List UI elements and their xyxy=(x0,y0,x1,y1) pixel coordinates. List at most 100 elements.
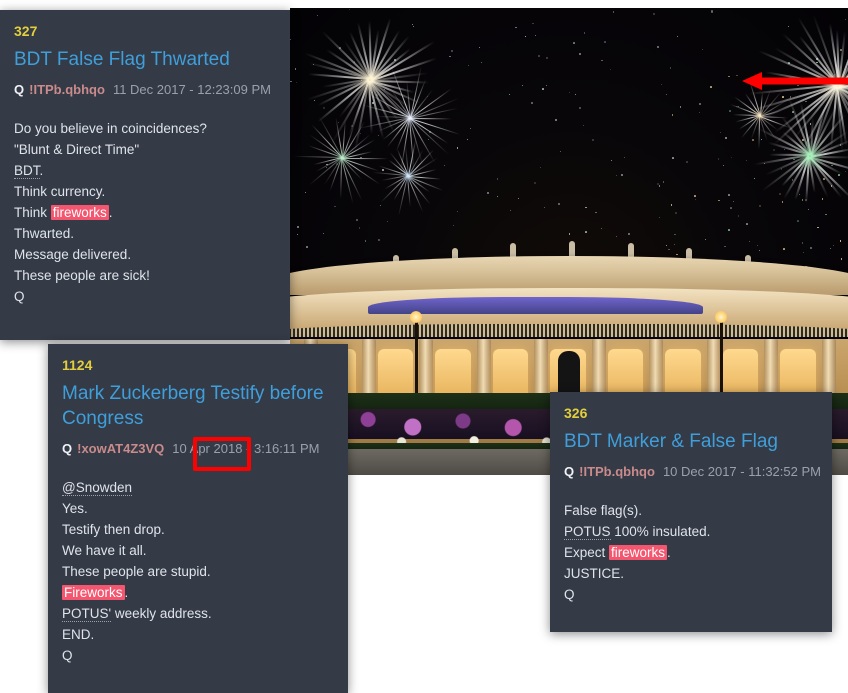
star xyxy=(322,106,326,109)
star xyxy=(496,195,498,198)
text-run: Think xyxy=(14,205,51,220)
star xyxy=(658,184,661,187)
star xyxy=(844,18,846,20)
star xyxy=(537,55,540,57)
star xyxy=(595,211,597,214)
post-title[interactable]: Mark Zuckerberg Testify before Congress xyxy=(62,381,334,431)
firework-ember xyxy=(710,86,712,89)
star xyxy=(784,148,785,150)
star xyxy=(349,8,351,10)
post-body-line: Q xyxy=(564,584,818,605)
star xyxy=(524,35,526,37)
star xyxy=(656,46,659,49)
post-date-highlighted-segment: 10 Apr xyxy=(172,441,210,456)
post-card-327[interactable]: 327 BDT False Flag Thwarted Q !ITPb.qbhqo… xyxy=(0,10,290,340)
post-body-line: Expect fireworks. xyxy=(564,542,818,563)
star xyxy=(290,38,291,40)
star xyxy=(317,15,318,16)
post-card-1124[interactable]: 1124 Mark Zuckerberg Testify before Cong… xyxy=(48,344,348,693)
star xyxy=(313,100,315,101)
firework-ember xyxy=(670,204,673,206)
text-run: Q xyxy=(14,289,25,304)
star xyxy=(467,64,469,66)
post-tripcode: !ITPb.qbhqo xyxy=(579,464,655,479)
post-tripcode: !ITPb.qbhqo xyxy=(29,82,105,97)
star xyxy=(699,102,702,105)
text-run: Yes. xyxy=(62,501,88,516)
post-body-line: We have it all. xyxy=(62,540,334,561)
post-date: 10 Dec 2017 - 11:32:52 PM xyxy=(662,464,821,479)
text-run: We have it all. xyxy=(62,543,147,558)
post-body: @Snowden Yes. Testify then drop. We have it… xyxy=(62,477,334,666)
star xyxy=(453,224,455,226)
dotted-underline-term: POTUS xyxy=(564,524,611,540)
star xyxy=(746,222,749,225)
post-body-line: Message delivered. xyxy=(14,244,276,265)
star xyxy=(807,209,809,211)
firework-ember xyxy=(675,211,677,214)
star xyxy=(701,49,703,51)
post-date: 10 Apr 2018 - 3:16:11 PM xyxy=(172,441,319,456)
post-body-line: These people are stupid. xyxy=(62,561,334,582)
highlighted-keyword: fireworks xyxy=(50,205,109,220)
text-run: Q xyxy=(564,587,575,602)
highlighted-keyword: Fireworks xyxy=(62,585,125,600)
firework-ember xyxy=(823,178,825,180)
star xyxy=(620,174,623,177)
star xyxy=(295,82,297,84)
star xyxy=(652,13,655,16)
firework-ember xyxy=(728,110,731,112)
post-body-line: END. xyxy=(62,624,334,645)
star xyxy=(669,67,672,69)
star xyxy=(296,226,299,229)
firework-ember xyxy=(758,205,761,207)
firework-ember xyxy=(838,174,840,176)
post-body-line: Think fireworks. xyxy=(14,202,276,223)
star xyxy=(773,148,776,151)
post-title[interactable]: BDT False Flag Thwarted xyxy=(14,47,276,72)
post-body-line: POTUS 100% insulated. xyxy=(564,521,818,542)
star xyxy=(727,194,730,196)
post-body-line: Fireworks. xyxy=(62,582,334,603)
star xyxy=(578,52,581,55)
post-title[interactable]: BDT Marker & False Flag xyxy=(564,429,818,454)
post-author: Q xyxy=(564,464,575,479)
text-run: END. xyxy=(62,627,95,642)
lamp-post xyxy=(415,315,418,405)
post-body-line: Thwarted. xyxy=(14,223,276,244)
star xyxy=(359,132,362,134)
post-body-line: Yes. xyxy=(62,498,334,519)
post-body-line: "Blunt & Direct Time" xyxy=(14,139,276,160)
star xyxy=(518,197,519,199)
star xyxy=(427,138,429,140)
text-run: . xyxy=(667,545,671,560)
star xyxy=(568,91,570,93)
post-number: 1124 xyxy=(62,357,93,373)
dotted-underline-term: POTUS' xyxy=(62,606,112,622)
text-run: Think currency. xyxy=(14,184,106,199)
post-body: False flag(s). POTUS 100% insulated. Expec… xyxy=(564,500,818,605)
star xyxy=(604,41,606,43)
firework-ember xyxy=(694,195,696,197)
post-card-326[interactable]: 326 BDT Marker & False Flag Q !ITPb.qbhqo… xyxy=(550,392,832,632)
post-body-line: These people are sick! xyxy=(14,265,276,286)
post-number: 327 xyxy=(14,23,38,39)
text-run: Do you believe in coincidences? xyxy=(14,121,207,136)
star xyxy=(480,62,482,63)
post-body-line: Do you believe in coincidences? xyxy=(14,118,276,139)
highlighted-keyword: fireworks xyxy=(609,545,668,560)
post-date: 11 Dec 2017 - 12:23:09 PM xyxy=(112,82,271,97)
post-body-line: POTUS' weekly address. xyxy=(62,603,334,624)
post-number: 326 xyxy=(564,405,588,421)
star xyxy=(532,22,534,25)
star xyxy=(542,88,545,90)
star xyxy=(560,151,561,152)
text-run: Q xyxy=(62,648,73,663)
text-run: Expect xyxy=(564,545,610,560)
star xyxy=(382,169,384,171)
text-run: These people are stupid. xyxy=(62,564,211,579)
star xyxy=(579,107,581,109)
post-body-line: Think currency. xyxy=(14,181,276,202)
star xyxy=(575,93,576,95)
text-run: False flag(s). xyxy=(564,503,643,518)
